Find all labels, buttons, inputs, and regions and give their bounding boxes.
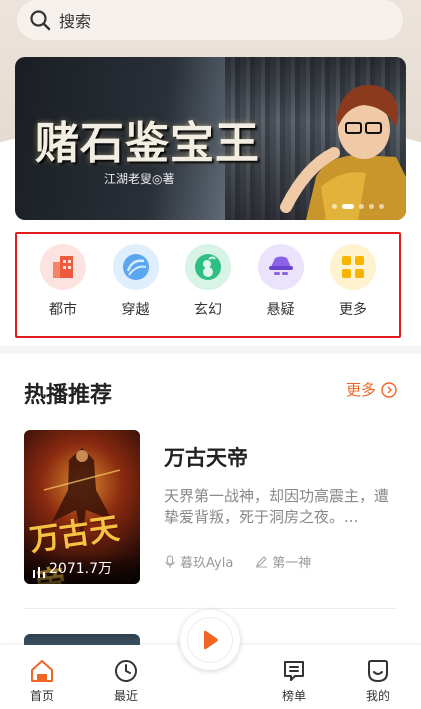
chevron-right-circle-icon xyxy=(381,381,397,398)
carousel-dot[interactable] xyxy=(359,204,364,209)
category-mystery[interactable]: 悬疑 xyxy=(251,234,311,336)
detective-hat-icon xyxy=(257,244,304,290)
section-separator xyxy=(0,346,421,354)
book-title[interactable]: 万古天帝 xyxy=(164,442,248,472)
tab-home[interactable]: 首页 xyxy=(12,645,72,709)
search-icon xyxy=(30,10,51,31)
search-placeholder: 搜索 xyxy=(59,12,92,31)
bar-chart-icon xyxy=(33,567,45,578)
book-meta: 暮玖Ayla 第一神 xyxy=(164,552,333,571)
tab-label: 首页 xyxy=(29,689,54,703)
category-row: 都市 穿越 玄幻 悬疑 更多 xyxy=(15,232,401,338)
search-bar[interactable]: 搜索 xyxy=(17,0,403,40)
category-label: 穿越 xyxy=(121,302,150,318)
tab-recent[interactable]: 最近 xyxy=(96,645,156,709)
tab-label: 最近 xyxy=(113,689,138,703)
tab-label: 我的 xyxy=(365,689,390,703)
player-inner xyxy=(187,617,233,663)
category-label: 更多 xyxy=(339,302,367,318)
microphone-icon xyxy=(165,554,175,568)
banner-carousel[interactable]: 赌石鉴宝王 江湖老叟◎著 xyxy=(15,57,406,220)
category-fantasy[interactable]: 玄幻 xyxy=(178,234,238,336)
author: 第一神 xyxy=(255,552,311,571)
narrator: 暮玖Ayla xyxy=(164,552,233,571)
carousel-dot[interactable] xyxy=(379,204,384,209)
book-cover[interactable]: 万古天帝 2071.7万 xyxy=(24,430,140,584)
rank-list-icon xyxy=(284,661,304,681)
magic-gourd-icon xyxy=(185,244,231,290)
carousel-dot-active[interactable] xyxy=(342,204,354,209)
carousel-dot[interactable] xyxy=(369,204,374,209)
tab-label: 榜单 xyxy=(281,689,306,703)
carousel-indicator xyxy=(332,204,384,209)
banner-author: 江湖老叟◎著 xyxy=(104,172,175,186)
more-link[interactable]: 更多 xyxy=(346,379,397,400)
portal-swirl-icon xyxy=(112,244,159,290)
category-city[interactable]: 都市 xyxy=(33,234,93,336)
play-count-value: 2071.7万 xyxy=(49,561,112,577)
author-name: 第一神 xyxy=(272,556,312,571)
category-label: 玄幻 xyxy=(194,302,222,318)
book-description: 天界第一战神，却因功高震主，遭挚爱背叛，死于洞房之夜。... xyxy=(164,487,390,526)
category-label: 悬疑 xyxy=(266,302,295,318)
tab-rank[interactable]: 榜单 xyxy=(264,645,324,709)
section-title: 热播推荐 xyxy=(24,383,113,408)
pen-icon xyxy=(256,556,268,568)
more-label: 更多 xyxy=(345,381,376,399)
category-time-travel[interactable]: 穿越 xyxy=(106,234,166,336)
banner-character-art xyxy=(280,85,406,220)
category-more[interactable]: 更多 xyxy=(323,234,383,336)
banner-title: 赌石鉴宝王 xyxy=(35,118,260,169)
narrator-name: 暮玖Ayla xyxy=(180,556,234,571)
city-building-icon xyxy=(40,244,86,290)
category-label: 都市 xyxy=(49,302,77,318)
clock-icon xyxy=(115,660,137,682)
smiley-icon xyxy=(368,660,388,683)
tab-mine[interactable]: 我的 xyxy=(348,645,408,709)
list-divider xyxy=(24,608,397,609)
play-icon xyxy=(204,630,218,650)
home-icon xyxy=(31,660,53,682)
more-grid-icon xyxy=(330,244,376,290)
player-button[interactable] xyxy=(180,610,240,670)
book-item[interactable]: 万古天帝 2071.7万 万古天帝 天界第一战神，却因功高震主，遭挚爱背叛，死于… xyxy=(24,430,397,586)
play-count: 2071.7万 xyxy=(24,554,140,584)
carousel-dot[interactable] xyxy=(332,204,337,209)
